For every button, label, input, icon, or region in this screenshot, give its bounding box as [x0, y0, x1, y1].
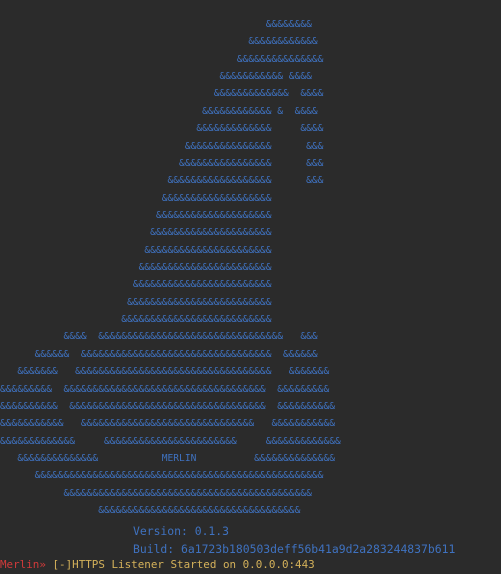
merlin-ascii-banner: &&&&&&&& &&&&&&&&&&&& &&&&&&&&&&&&&&& &&… — [0, 16, 341, 519]
banner-line: &&&&&&&&&&&&&&& &&& — [0, 140, 324, 152]
banner-line: &&&&&&&&&&&& — [0, 36, 318, 48]
terminal-window[interactable]: &&&&&&&& &&&&&&&&&&&& &&&&&&&&&&&&&&& &&… — [0, 0, 501, 574]
banner-line: &&&&&& &&&&&&&&&&&&&&&&&&&&&&&&&&&&&&&&&… — [0, 348, 318, 360]
banner-line: &&&&&&&&&&&&&&&&&&&&&& — [0, 244, 272, 256]
banner-line: &&&&&&&&&&&&& &&&& — [0, 88, 324, 100]
listener-status-message: [-]HTTPS Listener Started on 0.0.0.0:443 — [45, 558, 315, 571]
banner-line: &&&&&&&&&&&&& &&&&&&&&&&&&&&&&&&&&&&& &&… — [0, 435, 341, 447]
banner-line: &&&&&&&&&&&&&&&&&&& — [0, 192, 272, 204]
banner-line: &&&&&&&&&&&&&&&&&&&&&&&&&& — [0, 314, 272, 326]
banner-line: &&&& &&&&&&&&&&&&&&&&&&&&&&&&&&&&&&&& &&… — [0, 331, 318, 343]
banner-line: &&&&&&& &&&&&&&&&&&&&&&&&&&&&&&&&&&&&&&&… — [0, 366, 330, 378]
banner-line: &&&&&&&&&&&&&&& — [0, 53, 324, 65]
banner-line: &&&&&&&&&&&&&&&&&&&&&&&&& — [0, 296, 272, 308]
banner-line: &&&&&&&&&&& &&&&&&&&&&&&&&&&&&&&&&&&&&&&… — [0, 418, 336, 430]
banner-line: &&&&&&&&&&&&&& MERLIN &&&&&&&&&&&&&& — [0, 452, 336, 464]
prompt-label: Merlin — [0, 558, 40, 571]
banner-line: &&&&&&&&&&&&&&&&&& &&& — [0, 175, 324, 187]
banner-line: &&&&&&&&&& &&&&&&&&&&&&&&&&&&&&&&&&&&&&&… — [0, 400, 336, 412]
banner-line: &&&&&&&&& &&&&&&&&&&&&&&&&&&&&&&&&&&&&&&… — [0, 383, 330, 395]
banner-line: &&&&&&&&&&&&&&&&&&&& — [0, 209, 272, 221]
version-text: Version: 0.1.3 — [133, 524, 230, 538]
banner-line: &&&&&&&&&&&&&&&&&&&&&&&&&&&&&&&&&&& — [0, 505, 301, 517]
banner-line: &&&&&&&&&&&&&&&&&&&&&&&&&&&&&&&&&&&&&&&&… — [0, 470, 324, 482]
banner-line: &&&&&&&&&&&&&&&& &&& — [0, 157, 324, 169]
command-prompt-line[interactable]: Merlin» [-]HTTPS Listener Started on 0.0… — [0, 558, 315, 571]
banner-line: &&&&&&&&&&& &&&& — [0, 71, 312, 83]
banner-line: &&&&&&&&&&&&&&&&&&&&&&&& — [0, 279, 272, 291]
banner-line: &&&&&&&&&&&&&&&&&&&&& — [0, 227, 272, 239]
banner-line: &&&&&&&&&&&&&&&&&&&&&&&&&&&&&&&&&&&&&&&&… — [0, 487, 312, 499]
banner-line: &&&&&&&&&&&& & &&&& — [0, 105, 318, 117]
banner-line: &&&&&&&&&&&&&&&&&&&&&&& — [0, 262, 272, 274]
banner-line: &&&&&&&& — [0, 19, 312, 30]
build-text: Build: 6a1723b180503deff56b41a9d2a283244… — [133, 542, 456, 556]
banner-line: &&&&&&&&&&&&& &&&& — [0, 123, 324, 135]
